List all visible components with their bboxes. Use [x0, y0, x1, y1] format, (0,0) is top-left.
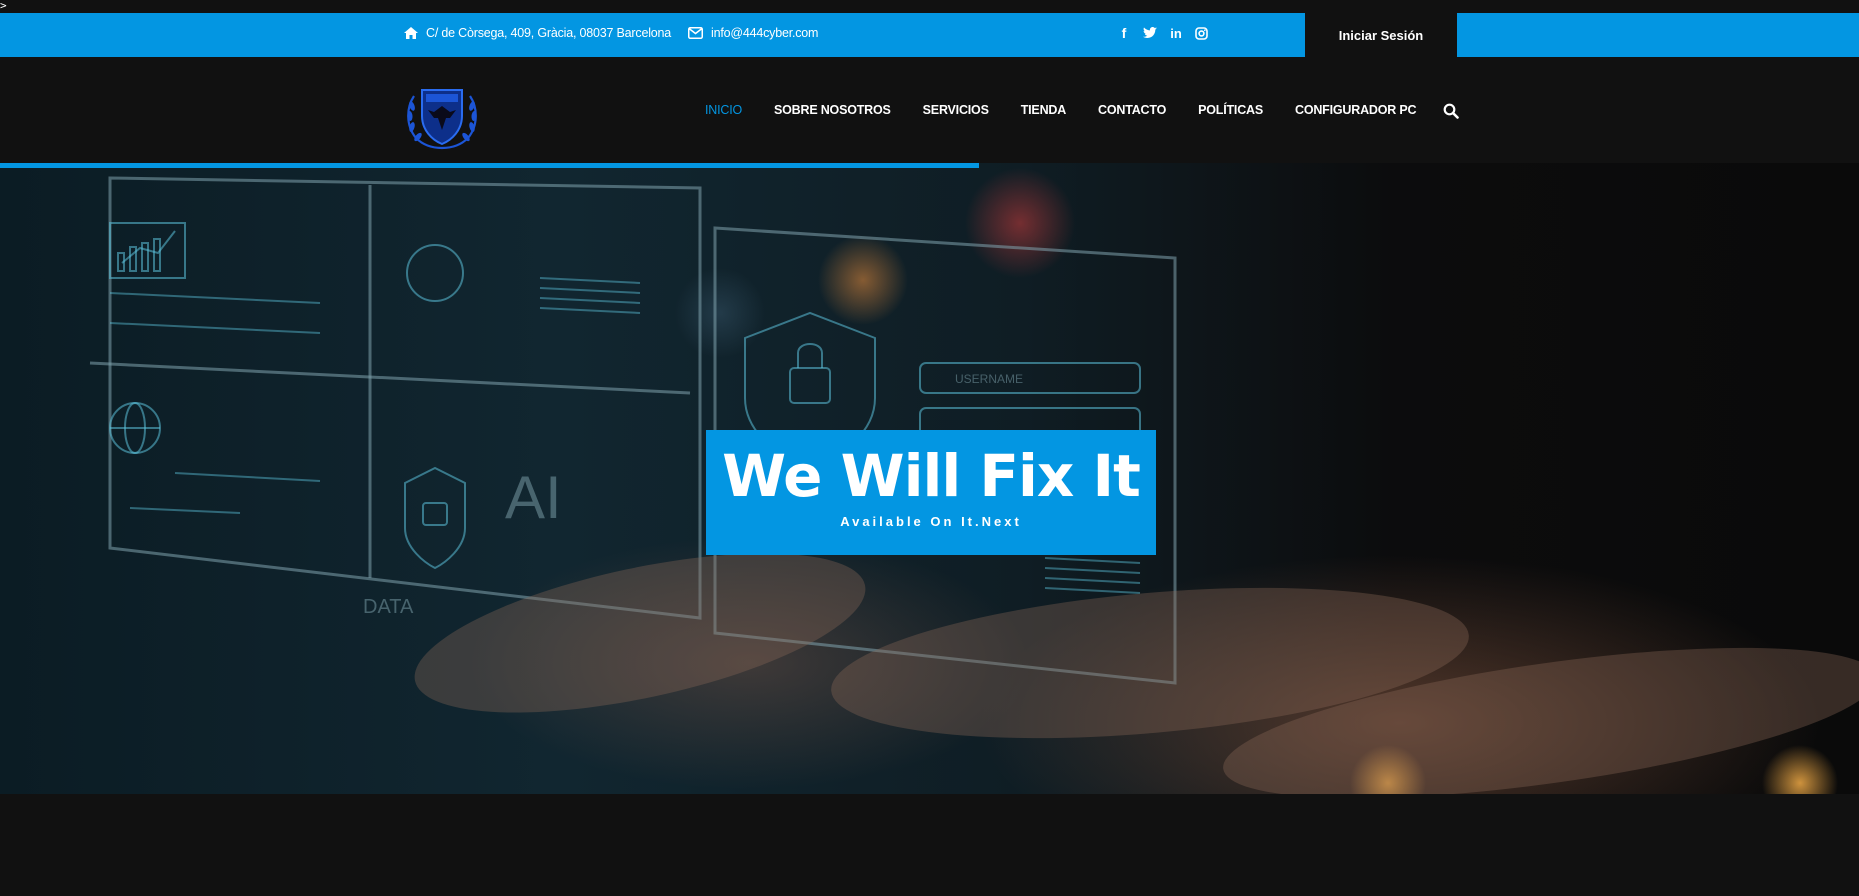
search-icon[interactable]	[1443, 103, 1459, 119]
page-bottom	[0, 794, 1859, 896]
hero-banner: We Will Fix It Available On It.Next	[706, 430, 1156, 555]
nav-item-tienda[interactable]: TIENDA	[1021, 103, 1067, 117]
nav-item-servicios[interactable]: SERVICIOS	[923, 103, 989, 117]
nav-item-contacto[interactable]: CONTACTO	[1098, 103, 1166, 117]
hero-slider: USERNAME AI DATA We Will Fix It Availabl…	[0, 163, 1859, 794]
email-info[interactable]: info@444cyber.com	[688, 26, 818, 40]
top-bar: C/ de Còrsega, 409, Gràcia, 08037 Barcel…	[0, 13, 1859, 57]
logo[interactable]	[404, 82, 480, 150]
slider-progress-bar	[0, 163, 979, 168]
linkedin-icon[interactable]: in	[1170, 23, 1182, 43]
nav-item-configurador-pc[interactable]: CONFIGURADOR PC	[1295, 103, 1417, 117]
instagram-icon[interactable]	[1195, 23, 1208, 43]
data-text: DATA	[363, 596, 414, 618]
nav-item-inicio[interactable]: INICIO	[705, 103, 742, 117]
email-link[interactable]: info@444cyber.com	[711, 26, 818, 40]
ai-text: AI	[505, 464, 562, 531]
login-button[interactable]: Iniciar Sesión	[1305, 13, 1457, 57]
username-text: USERNAME	[955, 372, 1023, 386]
address-info: C/ de Còrsega, 409, Gràcia, 08037 Barcel…	[404, 26, 671, 40]
nav-item-politicas[interactable]: POLÍTICAS	[1198, 103, 1263, 117]
address-text: C/ de Còrsega, 409, Gràcia, 08037 Barcel…	[426, 26, 672, 40]
nav-item-sobre-nosotros[interactable]: SOBRE NOSOTROS	[774, 103, 891, 117]
hero-title: We Will Fix It	[722, 442, 1141, 510]
home-icon	[404, 27, 418, 39]
hero-subtitle: Available On It.Next	[840, 514, 1022, 529]
twitter-icon[interactable]	[1143, 23, 1157, 43]
main-menu: INICIO SOBRE NOSOTROS SERVICIOS TIENDA C…	[705, 103, 1448, 117]
stray-text: >	[0, 0, 7, 12]
envelope-icon	[688, 27, 703, 39]
social-links: f in	[1118, 23, 1208, 43]
facebook-icon[interactable]: f	[1118, 23, 1130, 43]
